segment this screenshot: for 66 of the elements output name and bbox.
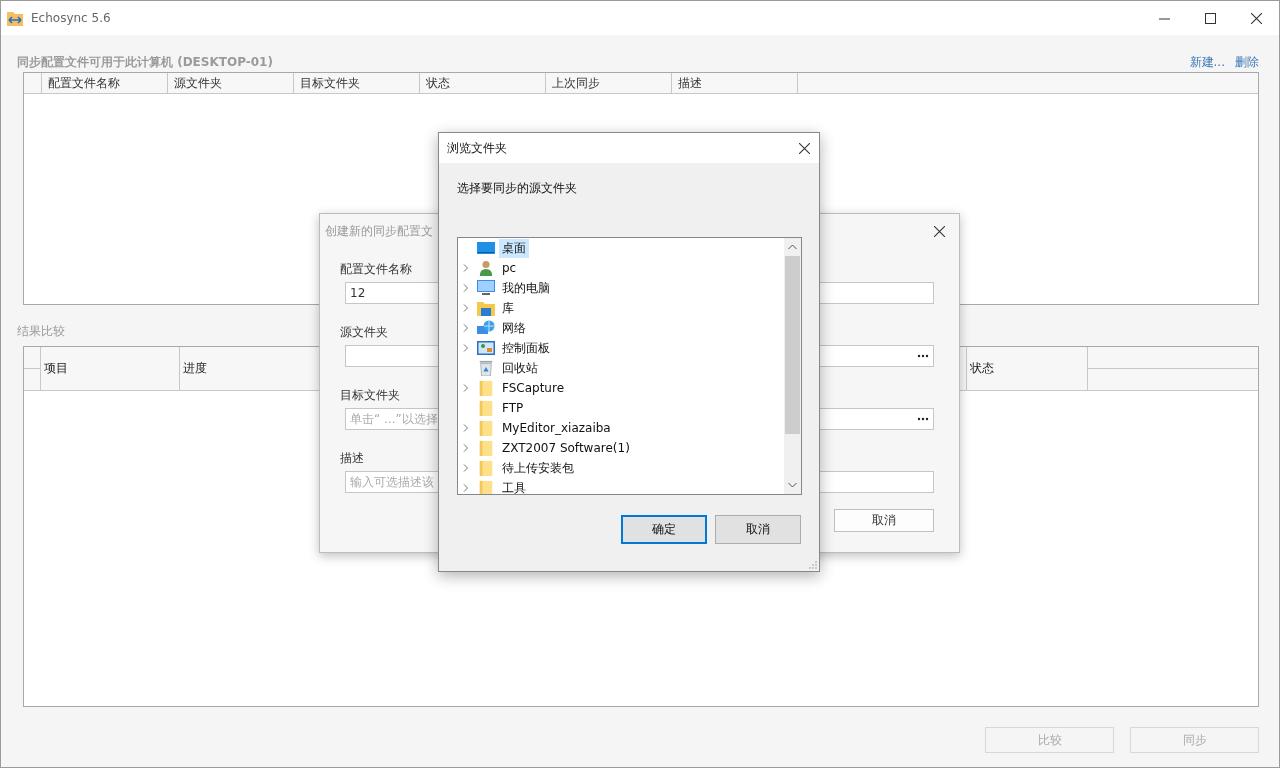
folder-icon xyxy=(477,420,495,436)
scroll-up-icon[interactable] xyxy=(788,244,797,250)
tree-item[interactable]: FTP xyxy=(499,400,527,416)
cancel-button[interactable]: 取消 xyxy=(715,515,801,544)
scrollbar[interactable] xyxy=(784,238,801,494)
cancel-button[interactable]: 取消 xyxy=(834,509,934,532)
chevron-icon[interactable] xyxy=(462,344,470,352)
tree-item[interactable]: pc xyxy=(499,260,520,276)
column-header[interactable]: 配置文件名称 xyxy=(42,73,168,93)
tree-item[interactable]: FSCapture xyxy=(499,380,568,396)
scroll-down-icon[interactable] xyxy=(788,482,797,488)
field-label: 源文件夹 xyxy=(340,324,388,340)
tree-item[interactable]: 我的电脑 xyxy=(499,278,553,298)
chevron-icon[interactable] xyxy=(462,384,470,392)
tree-item[interactable]: ZXT2007 Software(1) xyxy=(499,440,633,456)
tree-item[interactable]: 回收站 xyxy=(499,358,541,378)
tree-item[interactable]: 工具 xyxy=(499,478,529,494)
tree-item[interactable]: 库 xyxy=(499,298,517,318)
chevron-icon[interactable] xyxy=(462,464,470,472)
more-icon[interactable] xyxy=(917,417,929,421)
control-panel-icon xyxy=(477,340,495,356)
desktop-icon xyxy=(477,240,495,256)
ok-button[interactable]: 确定 xyxy=(621,515,707,544)
field-label: 配置文件名称 xyxy=(340,261,412,277)
field-label: 描述 xyxy=(340,450,364,466)
field-label: 目标文件夹 xyxy=(340,387,400,403)
column-header[interactable]: 源文件夹 xyxy=(168,73,294,93)
network-icon xyxy=(477,320,495,336)
column-header[interactable]: 描述 xyxy=(672,73,798,93)
app-icon xyxy=(7,10,23,26)
column-header[interactable]: 项目 xyxy=(41,347,180,390)
library-folder-icon xyxy=(477,300,495,316)
section-title: 同步配置文件可用于此计算机 (DESKTOP-01) xyxy=(17,53,273,71)
folder-icon xyxy=(477,440,495,456)
resize-grip-icon[interactable] xyxy=(809,561,817,569)
folder-icon xyxy=(477,400,495,416)
chevron-icon[interactable] xyxy=(462,284,470,292)
tree-item[interactable]: 控制面板 xyxy=(499,338,553,358)
folder-icon xyxy=(477,460,495,476)
tree-item[interactable]: 桌面 xyxy=(499,238,529,258)
dialog-title: 浏览文件夹 xyxy=(447,139,507,157)
more-icon[interactable] xyxy=(917,354,929,358)
chevron-icon[interactable] xyxy=(462,424,470,432)
chevron-icon[interactable] xyxy=(462,304,470,312)
column-header[interactable]: 状态 xyxy=(967,347,1088,390)
section-title: 结果比较 xyxy=(17,322,65,340)
dialog-title: 创建新的同步配置文 xyxy=(325,222,433,240)
chevron-icon[interactable] xyxy=(462,484,470,492)
column-header[interactable]: 状态 xyxy=(420,73,546,93)
chevron-icon[interactable] xyxy=(462,264,470,272)
tree-item[interactable]: 待上传安装包 xyxy=(499,458,577,478)
dialog-prompt: 选择要同步的源文件夹 xyxy=(456,180,578,197)
window-title: Echosync 5.6 xyxy=(31,11,111,25)
folder-icon xyxy=(477,480,495,494)
tree-item[interactable]: 网络 xyxy=(499,318,529,338)
recycle-bin-icon xyxy=(477,360,495,376)
tree-item[interactable]: MyEditor_xiazaiba xyxy=(499,420,614,436)
column-header[interactable]: 上次同步 xyxy=(546,73,672,93)
monitor-icon xyxy=(477,280,495,296)
action-link[interactable]: 删除 xyxy=(1235,53,1259,71)
chevron-icon[interactable] xyxy=(462,324,470,332)
action-link[interactable]: 新建... xyxy=(1189,53,1225,71)
column-header[interactable]: 目标文件夹 xyxy=(294,73,420,93)
folder-icon xyxy=(477,380,495,396)
chevron-icon[interactable] xyxy=(462,444,470,452)
user-icon xyxy=(477,260,495,276)
